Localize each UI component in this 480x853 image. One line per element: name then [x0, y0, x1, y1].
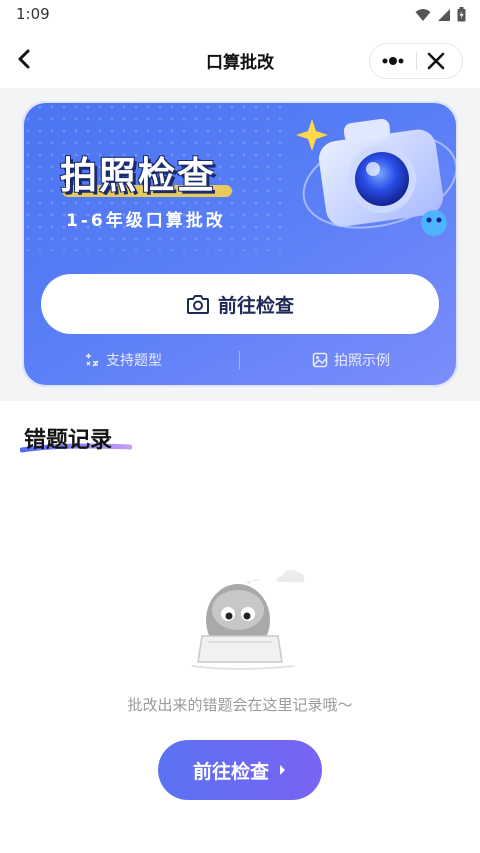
go-check-bottom-label: 前往检查	[192, 760, 269, 783]
photo-example-link[interactable]: 拍照示例	[312, 350, 390, 370]
battery-icon	[457, 7, 466, 22]
photo-check-banner: 拍照检查 1-6年级口算批改 前往检查 支持题型 拍照示例	[22, 101, 458, 387]
empty-mascot-illustration	[191, 569, 305, 670]
photo-example-label: 拍照示例	[334, 353, 390, 369]
go-check-button[interactable]: 前往检查	[41, 274, 439, 334]
links-divider	[239, 351, 240, 369]
close-icon[interactable]	[426, 51, 446, 71]
camera-icon	[186, 295, 209, 314]
wifi-icon	[415, 8, 431, 21]
banner-subtitle: 1-6年级口算批改	[66, 211, 226, 231]
status-bar: 1:09	[0, 0, 480, 30]
go-check-label: 前往检查	[217, 294, 294, 317]
banner-headline: 拍照检查	[60, 154, 216, 197]
nav-bar: 口算批改	[0, 30, 480, 88]
go-check-bottom-button[interactable]: 前往检查	[158, 740, 322, 800]
mini-program-capsule	[369, 43, 463, 79]
more-dots-icon[interactable]	[380, 52, 406, 70]
wrong-questions-title: 错题记录	[24, 428, 113, 453]
supported-types-label: 支持题型	[106, 353, 162, 369]
supported-types-link[interactable]: 支持题型	[84, 350, 162, 370]
math-ops-icon	[86, 353, 99, 367]
image-icon	[312, 352, 328, 368]
camera-illustration-icon	[296, 118, 458, 236]
status-icons	[415, 7, 466, 22]
banner-links: 支持题型 拍照示例	[22, 346, 458, 374]
capsule-divider	[416, 52, 417, 70]
signal-icon	[438, 8, 450, 21]
chevron-right-icon	[280, 765, 285, 775]
empty-state-message: 批改出来的错题会在这里记录哦～	[127, 696, 353, 714]
status-time: 1:09	[16, 5, 50, 23]
